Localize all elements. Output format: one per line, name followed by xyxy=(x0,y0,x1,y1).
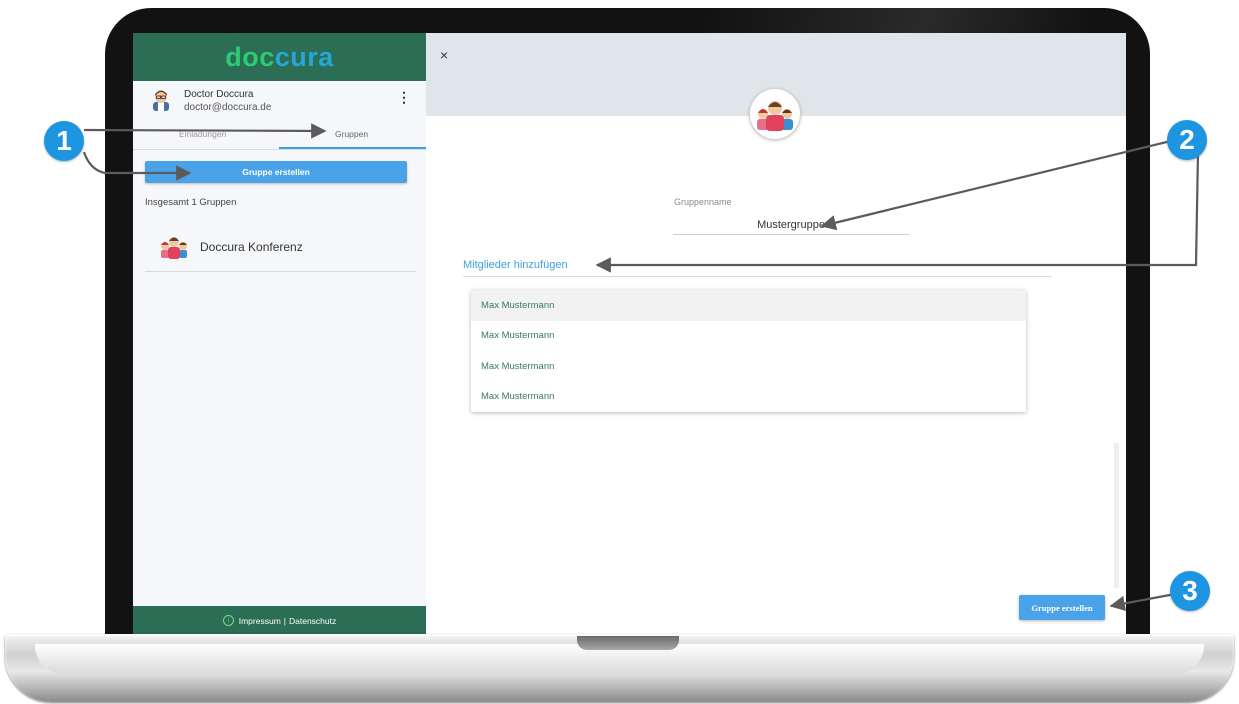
group-image-avatar[interactable] xyxy=(749,88,801,140)
doctor-avatar-icon xyxy=(153,90,169,111)
profile-email: doctor@doccura.de xyxy=(184,102,272,113)
close-icon[interactable]: × xyxy=(440,47,448,63)
sidebar-tabs: Einladungen Gruppen xyxy=(133,123,426,150)
member-option[interactable]: Max Mustermann xyxy=(471,321,1026,352)
create-group-sidebar-button[interactable]: Gruppe erstellen xyxy=(145,161,407,183)
profile-name: Doctor Doccura xyxy=(184,89,254,100)
tab-einladungen[interactable]: Einladungen xyxy=(179,129,226,139)
add-members-field[interactable]: Mitglieder hinzufügen xyxy=(463,259,1052,277)
members-dropdown: Max Mustermann Max Mustermann Max Muster… xyxy=(471,290,1026,412)
footer-separator: | xyxy=(283,615,286,626)
group-name-input[interactable]: Mustergruppe xyxy=(673,213,909,235)
doccura-logo: doccura xyxy=(225,42,334,73)
laptop-notch xyxy=(577,636,679,650)
dialog-scrollbar[interactable] xyxy=(1114,443,1119,588)
annotation-badge-1: 1 xyxy=(44,121,84,161)
active-tab-indicator xyxy=(279,147,426,149)
annotation-badge-2: 2 xyxy=(1167,120,1207,160)
group-name: Doccura Konferenz xyxy=(200,240,303,254)
group-list-item[interactable]: Doccura Konferenz xyxy=(145,229,416,272)
kebab-menu-icon[interactable]: ⋮ xyxy=(397,90,411,104)
group-count-label: Insgesamt 1 Gruppen xyxy=(145,197,237,208)
create-group-submit-button[interactable]: Gruppe erstellen xyxy=(1019,595,1105,620)
logo-text-cura: cura xyxy=(274,41,334,72)
member-option[interactable]: Max Mustermann xyxy=(471,351,1026,382)
group-people-icon xyxy=(757,101,793,131)
group-avatar-icon xyxy=(161,237,187,259)
member-option[interactable]: Max Mustermann xyxy=(471,382,1026,413)
info-icon: i xyxy=(222,615,234,626)
member-option[interactable]: Max Mustermann xyxy=(471,290,1026,321)
logo-text-doc: doc xyxy=(225,41,275,72)
app-screen: doccura Doctor Doccura doctor@doccura.de… xyxy=(133,33,1126,635)
create-group-dialog: × Gruppenname Mustergruppe Mitglieder hi… xyxy=(426,33,1126,635)
annotation-badge-3: 3 xyxy=(1170,571,1210,611)
tab-gruppen[interactable]: Gruppen xyxy=(335,129,368,139)
profile-header: Doctor Doccura doctor@doccura.de ⋮ xyxy=(133,81,426,123)
impressum-link[interactable]: Impressum xyxy=(239,616,281,626)
sidebar: doccura Doctor Doccura doctor@doccura.de… xyxy=(133,33,426,635)
sidebar-footer: i Impressum | Datenschutz xyxy=(133,606,426,635)
brand-bar: doccura xyxy=(133,33,426,81)
datenschutz-link[interactable]: Datenschutz xyxy=(289,616,336,626)
group-name-label: Gruppenname xyxy=(674,197,732,207)
